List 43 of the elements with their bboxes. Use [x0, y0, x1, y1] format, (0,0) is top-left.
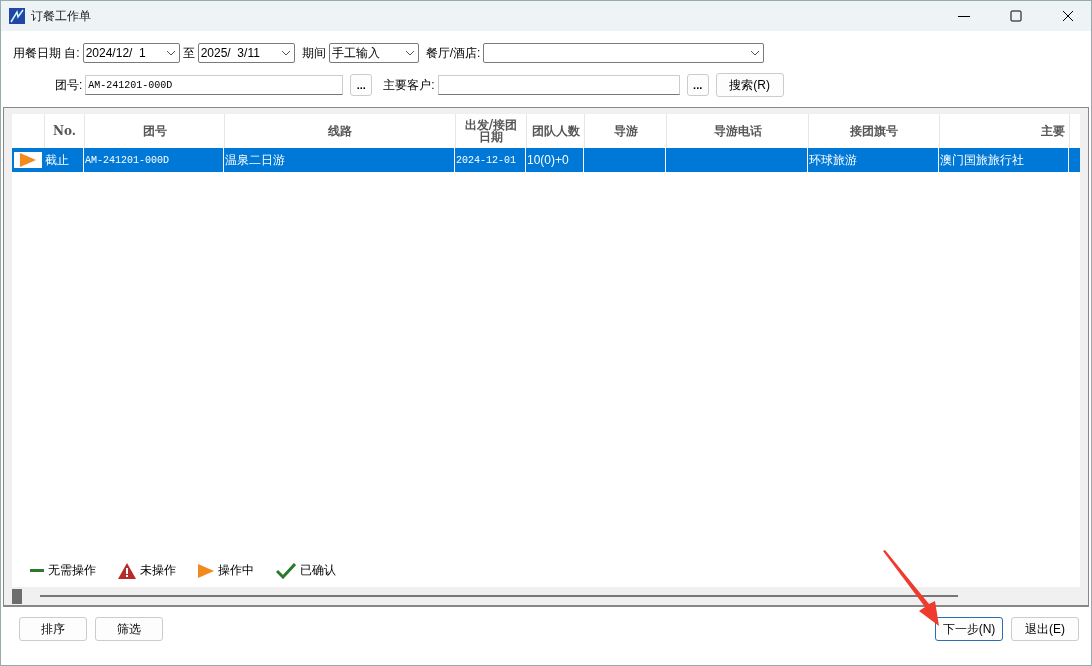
legend-label: 无需操作 — [48, 562, 96, 579]
checkmark-icon — [276, 562, 296, 579]
restaurant-label: 餐厅/酒店: — [425, 44, 481, 62]
browse-button[interactable]: ... — [350, 74, 373, 96]
table-cell: 澳门国旅旅行社 — [939, 148, 1069, 172]
table-row[interactable]: 截止 AM-241201-000D 温泉二日游 2024-12-01 10(0)+0 环球旅游 澳门国旅旅行社 — [12, 148, 1080, 172]
legend-label: 已确认 — [300, 562, 336, 579]
maximize-icon — [1010, 10, 1022, 22]
restaurant-dropdown[interactable] — [483, 43, 765, 63]
play-icon — [198, 563, 214, 578]
dash-icon — [30, 569, 44, 572]
footer-button[interactable]: 排序 — [19, 617, 87, 641]
chevron-down-icon — [750, 50, 761, 56]
group-label: 团号: — [55, 76, 83, 94]
play-icon — [20, 153, 36, 167]
table-cell: 环球旅游 — [808, 148, 939, 172]
table-cell: 截止 — [44, 148, 84, 172]
period-dropdown[interactable]: 手工输入 — [328, 43, 419, 63]
group-no-field[interactable]: AM-241201-000D — [85, 75, 344, 95]
chevron-down-icon — [280, 50, 291, 56]
table-cell: 2024-12-01 — [455, 148, 526, 172]
chevron-down-icon — [165, 50, 176, 56]
chevron-down-icon — [404, 50, 415, 56]
period-label: 期间 — [301, 44, 326, 62]
browse-button[interactable]: ... — [686, 74, 709, 96]
table-cell: 10(0)+0 — [526, 148, 584, 172]
legend-label: 操作中 — [218, 562, 254, 579]
customer-field[interactable] — [437, 75, 680, 95]
footer-button[interactable]: 下一步(N) — [935, 617, 1003, 641]
footer-button[interactable]: 退出(E) — [1011, 617, 1079, 641]
table-cell: AM-241201-000D — [84, 148, 224, 172]
customer-label: 主要客户: — [383, 76, 435, 94]
table-cell: 温泉二日游 — [224, 148, 455, 172]
footer-button[interactable]: 筛选 — [95, 617, 163, 641]
date-from-picker[interactable]: 2024/12/ 1 — [82, 43, 180, 63]
search-button[interactable]: 搜索(R) — [715, 73, 784, 97]
date-to-picker[interactable]: 2025/ 3/11 — [197, 43, 295, 63]
app-logo-icon — [9, 8, 25, 24]
window-title: 订餐工作单 — [31, 7, 92, 25]
close-icon — [1062, 10, 1074, 22]
to-label: 至 — [182, 44, 195, 62]
legend-label: 未操作 — [140, 562, 176, 579]
date-label: 用餐日期 自: — [13, 44, 80, 62]
